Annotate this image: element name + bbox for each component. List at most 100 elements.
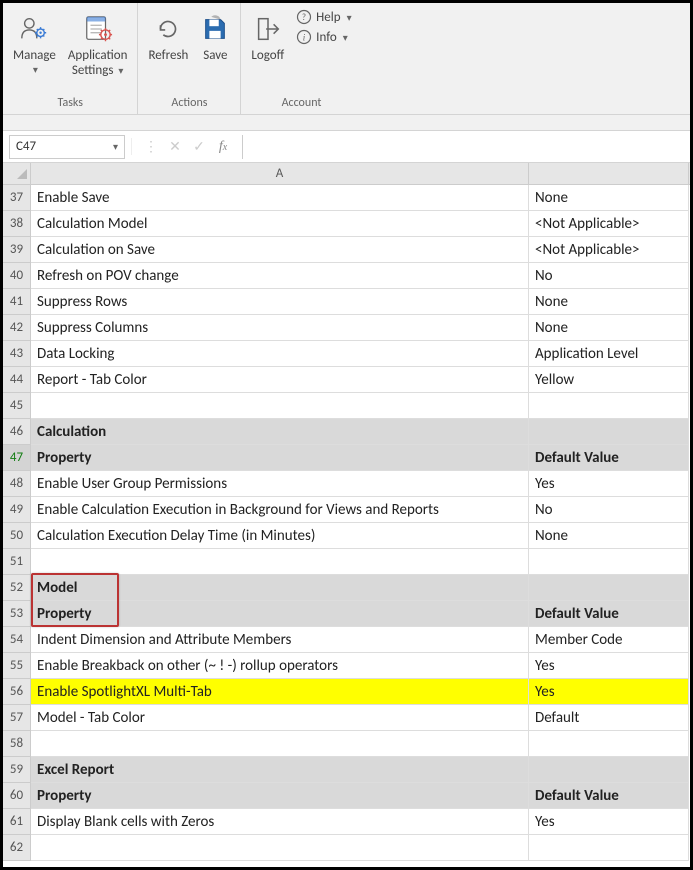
cell-a[interactable] xyxy=(31,731,529,757)
cell-a[interactable]: Enable SpotlightXL Multi-Tab xyxy=(31,679,529,705)
row-header[interactable]: 48 xyxy=(3,471,31,497)
cell-a[interactable]: Calculation Execution Delay Time (in Min… xyxy=(31,523,529,549)
row-header[interactable]: 60 xyxy=(3,783,31,809)
row-header[interactable]: 61 xyxy=(3,809,31,835)
select-all-corner[interactable] xyxy=(3,163,31,184)
cell-b[interactable]: No xyxy=(529,497,689,523)
cell-b[interactable]: Application Level xyxy=(529,341,689,367)
row-header[interactable]: 56 xyxy=(3,679,31,705)
row-header[interactable]: 62 xyxy=(3,835,31,861)
cancel-icon[interactable]: ✕ xyxy=(164,138,186,155)
cell-a[interactable]: Model xyxy=(31,575,529,601)
ribbon: Manage ▾ Application xyxy=(3,3,690,115)
cell-b[interactable]: <Not Applicable> xyxy=(529,211,689,237)
cell-b[interactable] xyxy=(529,575,689,601)
cell-a[interactable]: Display Blank cells with Zeros xyxy=(31,809,529,835)
sheet-area: A 37Enable SaveNone38Calculation Model<N… xyxy=(3,163,690,861)
row-header[interactable]: 37 xyxy=(3,185,31,211)
cell-b[interactable]: None xyxy=(529,315,689,341)
info-button[interactable]: i Info ▾ xyxy=(296,29,348,45)
enter-icon[interactable]: ✓ xyxy=(188,138,210,155)
name-box[interactable]: C47 ▾ xyxy=(9,135,125,159)
row-header[interactable]: 47 xyxy=(3,445,31,471)
cell-b[interactable]: Yes xyxy=(529,809,689,835)
save-button[interactable]: Save xyxy=(194,7,236,95)
cell-a[interactable]: Calculation on Save xyxy=(31,237,529,263)
row-header[interactable]: 44 xyxy=(3,367,31,393)
cell-b[interactable]: Member Code xyxy=(529,627,689,653)
column-header-a[interactable]: A xyxy=(31,163,529,184)
row-header[interactable]: 40 xyxy=(3,263,31,289)
row-header[interactable]: 55 xyxy=(3,653,31,679)
row-header[interactable]: 49 xyxy=(3,497,31,523)
cell-a[interactable]: Suppress Rows xyxy=(31,289,529,315)
row-header[interactable]: 51 xyxy=(3,549,31,575)
row-header[interactable]: 50 xyxy=(3,523,31,549)
row-header[interactable]: 43 xyxy=(3,341,31,367)
cell-a[interactable]: Indent Dimension and Attribute Members xyxy=(31,627,529,653)
row-header[interactable]: 41 xyxy=(3,289,31,315)
cell-a[interactable]: Enable Calculation Execution in Backgrou… xyxy=(31,497,529,523)
cell-b[interactable]: <Not Applicable> xyxy=(529,237,689,263)
row-header[interactable]: 59 xyxy=(3,757,31,783)
cell-b[interactable] xyxy=(529,549,689,575)
help-button[interactable]: ? Help ▾ xyxy=(296,9,351,25)
cell-a[interactable]: Calculation xyxy=(31,419,529,445)
cell-a[interactable]: Refresh on POV change xyxy=(31,263,529,289)
cell-a[interactable]: Data Locking xyxy=(31,341,529,367)
cell-a[interactable]: Property xyxy=(31,601,529,627)
cell-b[interactable] xyxy=(529,419,689,445)
row-header[interactable]: 45 xyxy=(3,393,31,419)
cell-b[interactable]: None xyxy=(529,289,689,315)
ribbon-group-actions: Refresh Save Actions xyxy=(138,3,241,114)
cell-b[interactable]: Default xyxy=(529,705,689,731)
cell-a[interactable] xyxy=(31,835,529,861)
table-row: 41Suppress RowsNone xyxy=(3,289,690,315)
row-header[interactable]: 52 xyxy=(3,575,31,601)
cell-a[interactable]: Property xyxy=(31,783,529,809)
row-header[interactable]: 39 xyxy=(3,237,31,263)
cell-b[interactable]: Yes xyxy=(529,471,689,497)
row-header[interactable]: 42 xyxy=(3,315,31,341)
cell-a[interactable] xyxy=(31,393,529,419)
cell-a[interactable]: Enable Save xyxy=(31,185,529,211)
cell-a[interactable]: Model - Tab Color xyxy=(31,705,529,731)
formula-input[interactable] xyxy=(242,135,690,159)
cell-b[interactable]: Yellow xyxy=(529,367,689,393)
cell-a[interactable]: Property xyxy=(31,445,529,471)
row-header[interactable]: 58 xyxy=(3,731,31,757)
cell-b[interactable]: None xyxy=(529,523,689,549)
cell-b[interactable]: Default Value xyxy=(529,601,689,627)
cell-b[interactable] xyxy=(529,731,689,757)
row-header[interactable]: 38 xyxy=(3,211,31,237)
cell-a[interactable]: Suppress Columns xyxy=(31,315,529,341)
cell-a[interactable] xyxy=(31,549,529,575)
cell-a[interactable]: Enable User Group Permissions xyxy=(31,471,529,497)
cell-a[interactable]: Report - Tab Color xyxy=(31,367,529,393)
cell-b[interactable]: Default Value xyxy=(529,445,689,471)
row-header[interactable]: 46 xyxy=(3,419,31,445)
fx-icon[interactable]: fx xyxy=(212,139,234,155)
cell-b[interactable]: None xyxy=(529,185,689,211)
row-header[interactable]: 53 xyxy=(3,601,31,627)
cell-b[interactable]: Yes xyxy=(529,679,689,705)
cell-a[interactable]: Enable Breakback on other (~ ! -) rollup… xyxy=(31,653,529,679)
row-header[interactable]: 57 xyxy=(3,705,31,731)
cell-b[interactable] xyxy=(529,835,689,861)
cell-b[interactable]: Default Value xyxy=(529,783,689,809)
logoff-button[interactable]: Logoff xyxy=(245,7,290,95)
cell-b[interactable] xyxy=(529,757,689,783)
cell-b[interactable]: No xyxy=(529,263,689,289)
cell-a[interactable]: Excel Report xyxy=(31,757,529,783)
manage-button[interactable]: Manage ▾ xyxy=(7,7,62,95)
table-row: 43Data LockingApplication Level xyxy=(3,341,690,367)
row-header[interactable]: 54 xyxy=(3,627,31,653)
column-header-b[interactable] xyxy=(529,163,689,184)
cell-a[interactable]: Calculation Model xyxy=(31,211,529,237)
application-settings-button[interactable]: Application Settings ▾ xyxy=(62,7,134,95)
cell-b[interactable] xyxy=(529,393,689,419)
table-row: 57Model - Tab ColorDefault xyxy=(3,705,690,731)
cell-b[interactable]: Yes xyxy=(529,653,689,679)
refresh-button[interactable]: Refresh xyxy=(142,7,194,95)
table-row: 48Enable User Group PermissionsYes xyxy=(3,471,690,497)
